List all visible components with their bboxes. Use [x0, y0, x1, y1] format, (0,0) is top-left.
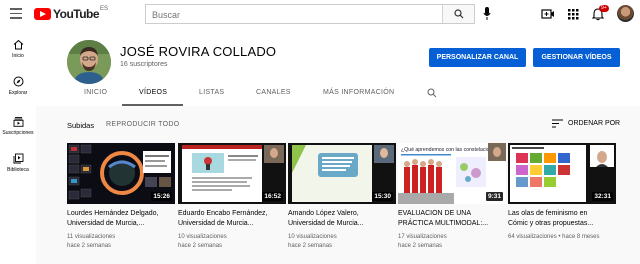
video-card[interactable]: 15:30 Amando López Valero, Universidad d…	[288, 143, 396, 251]
menu-icon[interactable]	[10, 8, 22, 19]
customize-channel-button[interactable]: PERSONALIZAR CANAL	[429, 48, 526, 67]
play-all-button[interactable]: REPRODUCIR TODO	[106, 121, 179, 128]
video-duration: 15:26	[151, 192, 172, 201]
video-title-line: Eduardo Encabo Fernández,	[178, 210, 268, 217]
video-title-line: Universidad de Murcia...	[178, 220, 254, 227]
section-title: Subidas	[67, 121, 95, 130]
notification-badge: 9+	[599, 5, 609, 12]
library-icon	[13, 153, 23, 164]
youtube-logo[interactable]: YouTube ES	[34, 6, 109, 21]
sidebar: Inicio Explorar Suscripciones Biblioteca	[0, 28, 36, 264]
search-input[interactable]	[146, 6, 436, 24]
sidebar-item-library[interactable]: Biblioteca	[0, 153, 36, 173]
video-duration: 15:30	[372, 192, 393, 201]
video-duration: 16:52	[262, 192, 283, 201]
sidebar-item-label: Suscripciones	[2, 130, 34, 136]
video-title-line: PRÁCTICA MULTIMODAL:...	[398, 220, 489, 227]
video-metadata: 17 visualizaciones hace 2 semanas	[398, 233, 506, 251]
video-title-line: Universidad de Murcia,...	[67, 220, 145, 227]
video-title[interactable]: Amando López Valero, Universidad de Murc…	[288, 209, 396, 229]
video-duration: 32:31	[592, 192, 613, 201]
sidebar-item-label: Biblioteca	[7, 167, 29, 173]
manage-videos-button[interactable]: GESTIONAR VÍDEOS	[533, 48, 620, 67]
video-thumbnail[interactable]: 32:31	[508, 143, 616, 204]
video-metadata: 64 visualizaciones • hace 8 meses	[508, 234, 600, 240]
video-title[interactable]: Eduardo Encabo Fernández, Universidad de…	[178, 209, 286, 229]
channel-avatar-image	[67, 40, 111, 84]
tab-mas-informacion[interactable]: MÁS INFORMACIÓN	[323, 89, 394, 96]
sidebar-item-label: Inicio	[12, 53, 24, 59]
home-icon	[13, 39, 23, 50]
video-age: hace 2 semanas	[398, 243, 443, 249]
tab-canales[interactable]: CANALES	[256, 89, 291, 96]
sidebar-item-label: Explorar	[8, 90, 28, 96]
tab-listas[interactable]: LISTAS	[199, 89, 224, 96]
tab-inicio[interactable]: INICIO	[84, 89, 107, 96]
video-views: 17 visualizaciones	[398, 234, 447, 240]
video-title-line: EVALUACIÓN DE UNA	[398, 210, 471, 217]
video-age: hace 2 semanas	[178, 243, 223, 249]
video-title[interactable]: Las olas de feminismo en Cómic y otras p…	[508, 209, 616, 229]
apps-grid-icon[interactable]	[566, 7, 580, 21]
video-title-line: Amando López Valero,	[288, 210, 359, 217]
sort-by-button[interactable]: ORDENAR POR	[552, 119, 620, 128]
subscriber-count: 16 suscriptores	[120, 61, 168, 68]
account-avatar[interactable]	[617, 5, 634, 22]
video-title-line: Lourdes Hernández Delgado,	[67, 210, 159, 217]
video-metadata: 10 visualizaciones hace 2 semanas	[178, 233, 286, 251]
video-thumbnail[interactable]: 15:26	[67, 143, 175, 204]
video-title[interactable]: EVALUACIÓN DE UNA PRÁCTICA MULTIMODAL:..…	[398, 209, 506, 229]
video-title-line: Universidad de Murcia...	[288, 220, 364, 227]
video-title-line: Cómic y otras propuestas...	[508, 220, 594, 227]
top-bar: YouTube ES 9+	[0, 0, 640, 28]
video-title[interactable]: Lourdes Hernández Delgado, Universidad d…	[67, 209, 175, 229]
video-card[interactable]: 15:26 Lourdes Hernández Delgado, Univers…	[67, 143, 175, 251]
search-box	[145, 4, 475, 24]
channel-search-icon[interactable]	[427, 88, 437, 98]
tab-videos[interactable]: VÍDEOS	[139, 89, 167, 96]
channel-tabs: INICIO VÍDEOS LISTAS CANALES MÁS INFORMA…	[36, 85, 640, 106]
active-tab-indicator	[122, 104, 183, 106]
subscriptions-icon	[13, 117, 23, 127]
sidebar-item-subscriptions[interactable]: Suscripciones	[0, 116, 36, 136]
sidebar-item-explore[interactable]: Explorar	[0, 76, 36, 96]
video-age: hace 8 meses	[562, 234, 600, 240]
sort-icon	[552, 119, 563, 128]
channel-avatar[interactable]	[67, 40, 111, 84]
logo-country-code: ES	[100, 6, 109, 12]
video-views: 10 visualizaciones	[178, 234, 227, 240]
video-duration: 9:31	[485, 192, 503, 201]
create-video-icon[interactable]	[541, 7, 555, 21]
thumbnail-heading: ¿Qué aprendemos con las constelaciones?	[401, 147, 501, 153]
video-views: 11 visualizaciones	[67, 234, 116, 240]
video-card[interactable]: 32:31 Las olas de feminismo en Cómic y o…	[508, 143, 616, 242]
search-button[interactable]	[442, 5, 474, 23]
video-card[interactable]: ¿Qué aprendemos con las constelaciones? …	[398, 143, 506, 251]
video-title-line: Las olas de feminismo en	[508, 210, 588, 217]
sidebar-item-home[interactable]: Inicio	[0, 39, 36, 59]
video-age: hace 2 semanas	[288, 243, 333, 249]
compass-icon	[13, 76, 23, 87]
video-age: hace 2 semanas	[67, 243, 112, 249]
video-views: 64 visualizaciones	[508, 234, 557, 240]
video-views: 10 visualizaciones	[288, 234, 337, 240]
video-metadata: 10 visualizaciones hace 2 semanas	[288, 233, 396, 251]
microphone-icon[interactable]	[483, 7, 491, 20]
video-thumbnail[interactable]: 16:52	[178, 143, 286, 204]
video-metadata: 11 visualizaciones hace 2 semanas	[67, 233, 175, 251]
video-thumbnail[interactable]: 15:30	[288, 143, 396, 204]
logo-text: YouTube	[53, 7, 100, 21]
video-thumbnail[interactable]: ¿Qué aprendemos con las constelaciones? …	[398, 143, 506, 204]
youtube-play-icon	[34, 8, 51, 20]
video-card[interactable]: 16:52 Eduardo Encabo Fernández, Universi…	[178, 143, 286, 251]
channel-name: JOSÉ ROVIRA COLLADO	[120, 44, 277, 59]
sort-label: ORDENAR POR	[568, 120, 621, 127]
search-icon	[453, 9, 463, 19]
